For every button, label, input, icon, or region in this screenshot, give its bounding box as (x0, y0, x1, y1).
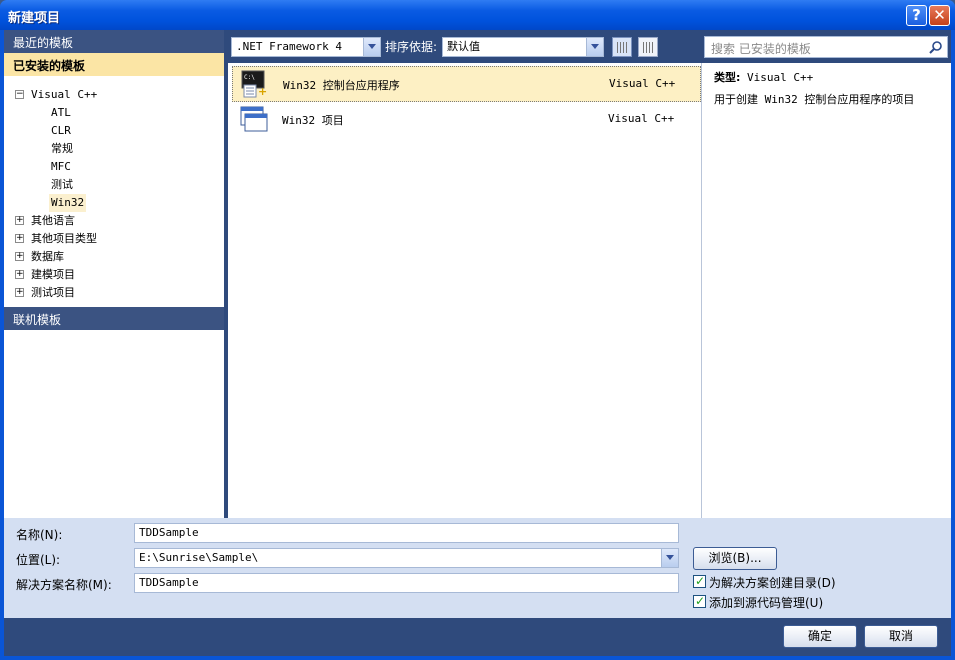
tree-item-label: Win32 (49, 194, 87, 212)
chevron-down-icon[interactable] (586, 38, 603, 56)
template-type-line: 类型: Visual C++ (714, 69, 813, 85)
tree-item-modeling-projects[interactable]: + 建模项目 (4, 266, 224, 284)
framework-value: .NET Framework 4 (236, 40, 342, 53)
template-language: Visual C++ (609, 77, 676, 90)
search-icon[interactable] (929, 40, 943, 54)
console-app-icon: C:\ + (241, 70, 267, 98)
create-directory-label: 为解决方案创建目录(D) (709, 576, 836, 590)
tree-item-label: ATL (51, 106, 71, 119)
template-toolbar: .NET Framework 4 排序依据: 默认值 (228, 34, 698, 60)
tree-item-label: 其他项目类型 (31, 232, 97, 245)
location-value: E:\Sunrise\Sample\ (139, 551, 259, 564)
title-bar[interactable]: 新建项目 ? ✕ (0, 0, 955, 30)
tree-item-label: CLR (51, 124, 71, 137)
medium-icons-view-button[interactable] (612, 37, 632, 57)
template-item-win32-project[interactable]: Win32 项目 Visual C++ (232, 102, 701, 138)
help-icon: ? (912, 6, 921, 24)
help-button[interactable]: ? (906, 5, 927, 26)
framework-select[interactable]: .NET Framework 4 (231, 37, 381, 57)
chevron-down-icon[interactable] (363, 38, 380, 56)
type-label: 类型: (714, 71, 741, 84)
check-icon: ✓ (695, 594, 706, 608)
source-control-label: 添加到源代码管理(U) (709, 596, 824, 610)
tree-item-label: 测试 (51, 178, 73, 191)
small-icons-view-button[interactable] (638, 37, 658, 57)
template-language: Visual C++ (608, 112, 675, 125)
small-icons-icon (643, 42, 654, 53)
tree-item-label: 常规 (51, 142, 73, 155)
template-item-win32-console[interactable]: C:\ + Win32 控制台应用程序 Visual C++ (232, 66, 701, 102)
new-project-dialog: 新建项目 ? ✕ 最近的模板 已安装的模板 − Visual C++ ATL C… (0, 0, 955, 660)
type-value: Visual C++ (747, 71, 814, 84)
svg-text:C:\: C:\ (244, 74, 255, 81)
project-settings-form: 名称(N): TDDSample 位置(L): E:\Sunrise\Sampl… (4, 518, 951, 618)
tree-item-other-languages[interactable]: + 其他语言 (4, 212, 224, 230)
window-title: 新建项目 (8, 11, 61, 26)
tree-item-database[interactable]: + 数据库 (4, 248, 224, 266)
online-templates-header[interactable]: 联机模板 (4, 307, 224, 330)
tree-item-mfc[interactable]: MFC (4, 158, 224, 176)
ok-button[interactable]: 确定 (783, 625, 857, 648)
collapse-icon[interactable]: − (15, 90, 24, 99)
tree-item-label: Visual C++ (31, 88, 98, 101)
expand-icon[interactable]: + (15, 252, 24, 261)
location-select[interactable]: E:\Sunrise\Sample\ (134, 548, 679, 568)
browse-button[interactable]: 浏览(B)... (693, 547, 777, 570)
expand-icon[interactable]: + (15, 288, 24, 297)
expand-icon[interactable]: + (15, 234, 24, 243)
template-description: 用于创建 Win32 控制台应用程序的项目 (714, 93, 915, 106)
svg-text:+: + (258, 85, 267, 98)
tree-item-visual-cpp[interactable]: − Visual C++ (4, 86, 224, 104)
solution-name-input[interactable]: TDDSample (134, 573, 679, 593)
solution-name-label: 解决方案名称(M): (16, 578, 112, 592)
chevron-down-icon[interactable] (661, 549, 678, 567)
location-label: 位置(L): (16, 553, 61, 567)
template-name: Win32 控制台应用程序 (283, 79, 400, 92)
template-details-panel: 类型: Visual C++ 用于创建 Win32 控制台应用程序的项目 (701, 63, 951, 518)
tree-item-label: 其他语言 (31, 214, 75, 227)
template-category-panel: 最近的模板 已安装的模板 − Visual C++ ATL CLR 常规 MFC (4, 30, 224, 518)
search-input[interactable]: 搜索 已安装的模板 (704, 36, 948, 58)
tree-item-win32[interactable]: Win32 (4, 194, 224, 212)
tree-item-clr[interactable]: CLR (4, 122, 224, 140)
tree-item-label: 测试项目 (31, 286, 75, 299)
tree-item-label: 数据库 (31, 250, 64, 263)
dialog-client: 最近的模板 已安装的模板 − Visual C++ ATL CLR 常规 MFC (4, 30, 951, 656)
tree-item-test[interactable]: 测试 (4, 176, 224, 194)
medium-icons-icon (617, 42, 628, 53)
sort-value: 默认值 (447, 40, 480, 53)
search-placeholder: 搜索 已安装的模板 (711, 42, 811, 56)
close-icon: ✕ (933, 6, 946, 24)
close-button[interactable]: ✕ (929, 5, 950, 26)
sort-label: 排序依据: (385, 40, 438, 54)
tree-item-test-projects[interactable]: + 测试项目 (4, 284, 224, 302)
installed-templates-header[interactable]: 已安装的模板 (4, 53, 224, 76)
template-name: Win32 项目 (282, 114, 344, 127)
tree-item-atl[interactable]: ATL (4, 104, 224, 122)
win32-project-icon (240, 106, 268, 132)
template-list: C:\ + Win32 控制台应用程序 Visual C++ Win32 项目 … (228, 63, 701, 518)
source-control-checkbox[interactable]: ✓ (693, 594, 706, 608)
project-name-input[interactable]: TDDSample (134, 523, 679, 543)
check-icon: ✓ (695, 574, 706, 588)
name-label: 名称(N): (16, 528, 63, 542)
tree-item-label: MFC (51, 160, 71, 173)
dialog-footer: 确定 取消 (4, 618, 951, 656)
create-directory-checkbox[interactable]: ✓ (693, 574, 706, 588)
tree-item-other-project-types[interactable]: + 其他项目类型 (4, 230, 224, 248)
tree-item-general[interactable]: 常规 (4, 140, 224, 158)
expand-icon[interactable]: + (15, 270, 24, 279)
cancel-button[interactable]: 取消 (864, 625, 938, 648)
sort-select[interactable]: 默认值 (442, 37, 604, 57)
tree-item-label: 建模项目 (31, 268, 75, 281)
expand-icon[interactable]: + (15, 216, 24, 225)
recent-templates-header[interactable]: 最近的模板 (4, 30, 224, 53)
